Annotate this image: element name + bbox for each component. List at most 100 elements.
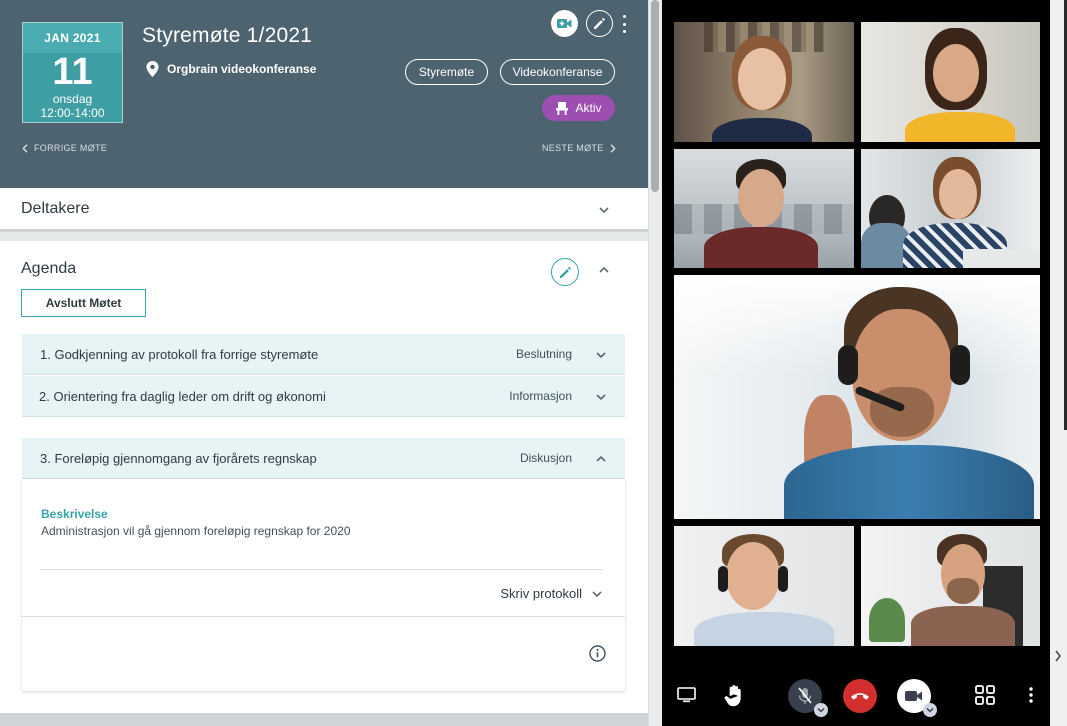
mic-muted-icon bbox=[798, 687, 812, 704]
section-separator bbox=[0, 713, 648, 726]
date-time: 12:00-14:00 bbox=[40, 106, 105, 120]
start-video-button[interactable] bbox=[551, 10, 578, 37]
more-options-button[interactable] bbox=[1027, 686, 1035, 704]
chair-icon bbox=[556, 101, 569, 115]
video-tile-active-speaker[interactable] bbox=[674, 275, 1040, 519]
participant-beard bbox=[947, 578, 979, 604]
screen-share-icon bbox=[676, 687, 696, 703]
chevron-right-icon[interactable] bbox=[1054, 650, 1062, 662]
grid-view-button[interactable] bbox=[975, 685, 995, 705]
divider bbox=[22, 616, 625, 617]
previous-meeting-label: FORRIGE MØTE bbox=[34, 143, 108, 153]
date-day: 11 bbox=[52, 51, 93, 93]
chevron-up-icon[interactable] bbox=[595, 453, 607, 465]
location-text: Orgbrain videokonferanse bbox=[167, 62, 317, 76]
participant-face bbox=[738, 169, 784, 227]
browser-edge bbox=[1050, 0, 1067, 726]
participant-shirt bbox=[784, 445, 1034, 519]
end-meeting-button[interactable]: Avslutt Møtet bbox=[21, 289, 146, 317]
screen-share-button[interactable] bbox=[676, 686, 696, 704]
agenda-item-type: Informasjon bbox=[509, 389, 572, 403]
agenda-section: Agenda Avslutt Møtet 1. Godkjenning av p… bbox=[0, 241, 648, 713]
mute-button[interactable] bbox=[788, 679, 828, 717]
meeting-header: JAN 2021 11 onsdag 12:00-14:00 Styremøte… bbox=[0, 0, 648, 188]
description-label: Beskrivelse bbox=[41, 507, 108, 521]
agenda-item-3-details: Beskrivelse Administrasjon vil gå gjenno… bbox=[22, 479, 625, 691]
date-month: JAN 2021 bbox=[23, 23, 122, 53]
participant-face bbox=[726, 542, 780, 610]
pencil-icon bbox=[594, 18, 605, 29]
agenda-item-label: 3. Foreløpig gjennomgang av fjorårets re… bbox=[40, 451, 317, 466]
participant-shirt bbox=[905, 112, 1015, 142]
agenda-item-type: Diskusjon bbox=[519, 451, 572, 465]
more-options-icon[interactable] bbox=[619, 13, 629, 35]
date-weekday: onsdag bbox=[52, 92, 93, 106]
camera-icon bbox=[905, 691, 922, 701]
chevron-left-icon bbox=[22, 143, 28, 153]
video-plus-icon bbox=[557, 19, 572, 28]
status-badge: Aktiv bbox=[542, 95, 615, 121]
chevron-down-icon[interactable] bbox=[591, 588, 603, 600]
video-tile-participant-1[interactable] bbox=[674, 22, 854, 142]
headset-right bbox=[950, 345, 970, 385]
participant-jacket bbox=[911, 606, 1015, 646]
location-pin-icon bbox=[146, 61, 159, 77]
hang-up-button[interactable] bbox=[843, 679, 877, 713]
camera-settings-icon[interactable] bbox=[923, 703, 937, 717]
chevron-up-icon[interactable] bbox=[598, 264, 610, 276]
divider bbox=[41, 569, 603, 570]
tag-video-conference[interactable]: Videokonferanse bbox=[500, 59, 615, 85]
headset-right bbox=[778, 566, 788, 592]
write-protocol-toggle[interactable]: Skriv protokoll bbox=[500, 586, 582, 601]
edit-meeting-button[interactable] bbox=[586, 10, 613, 37]
agenda-item-label: 2. Orientering fra daglig leder om drift… bbox=[39, 389, 326, 404]
agenda-item-type: Beslutning bbox=[515, 347, 572, 361]
next-meeting-label: NESTE MØTE bbox=[542, 143, 604, 153]
description-text: Administrasjon vil gå gjennom foreløpig … bbox=[41, 524, 351, 538]
tag-board-meeting[interactable]: Styremøte bbox=[405, 59, 488, 85]
plant bbox=[869, 598, 905, 642]
raise-hand-icon bbox=[724, 685, 741, 707]
raise-hand-button[interactable] bbox=[723, 684, 745, 708]
chevron-down-icon[interactable] bbox=[598, 204, 610, 216]
participant-face bbox=[738, 48, 786, 110]
camera-button[interactable] bbox=[897, 679, 937, 717]
mic-settings-icon[interactable] bbox=[814, 703, 828, 717]
status-text: Aktiv bbox=[575, 101, 602, 115]
grid-view-icon bbox=[975, 685, 995, 705]
agenda-title: Agenda bbox=[21, 260, 77, 277]
agenda-item-2[interactable]: 2. Orientering fra daglig leder om drift… bbox=[22, 376, 625, 417]
participant-shirt bbox=[712, 118, 812, 142]
hang-up-icon bbox=[851, 693, 869, 700]
video-tile-participant-2[interactable] bbox=[861, 22, 1040, 142]
agenda-item-3[interactable]: 3. Foreløpig gjennomgang av fjorårets re… bbox=[22, 438, 625, 479]
pencil-icon bbox=[559, 266, 571, 278]
participant-shirt bbox=[694, 612, 834, 646]
edit-agenda-button[interactable] bbox=[551, 258, 579, 286]
participant-shirt bbox=[704, 227, 818, 268]
chevron-down-icon[interactable] bbox=[595, 391, 607, 403]
meeting-location: Orgbrain videokonferanse bbox=[146, 61, 316, 77]
video-tile-participant-6[interactable] bbox=[861, 526, 1040, 646]
chevron-right-icon bbox=[610, 143, 616, 153]
video-tile-participant-3[interactable] bbox=[674, 149, 854, 268]
participants-title: Deltakere bbox=[21, 200, 90, 217]
info-icon[interactable] bbox=[589, 645, 606, 662]
chevron-down-icon[interactable] bbox=[595, 349, 607, 361]
headset-left bbox=[838, 345, 858, 385]
participants-section[interactable]: Deltakere bbox=[0, 188, 648, 232]
laptop bbox=[963, 249, 1040, 268]
video-tile-participant-5[interactable] bbox=[674, 526, 854, 646]
meeting-title: Styremøte 1/2021 bbox=[142, 24, 313, 47]
meeting-panel: JAN 2021 11 onsdag 12:00-14:00 Styremøte… bbox=[0, 0, 648, 726]
scrollbar-thumb[interactable] bbox=[651, 0, 659, 192]
video-tile-participant-4[interactable] bbox=[861, 149, 1040, 268]
headset-left bbox=[718, 566, 728, 592]
date-badge: JAN 2021 11 onsdag 12:00-14:00 bbox=[22, 22, 123, 123]
agenda-item-1[interactable]: 1. Godkjenning av protokoll fra forrige … bbox=[22, 334, 625, 375]
more-icon bbox=[1029, 687, 1033, 703]
next-meeting-link[interactable]: NESTE MØTE bbox=[542, 143, 616, 153]
participant-face bbox=[933, 44, 979, 102]
previous-meeting-link[interactable]: FORRIGE MØTE bbox=[22, 143, 107, 153]
agenda-item-label: 1. Godkjenning av protokoll fra forrige … bbox=[40, 347, 319, 362]
